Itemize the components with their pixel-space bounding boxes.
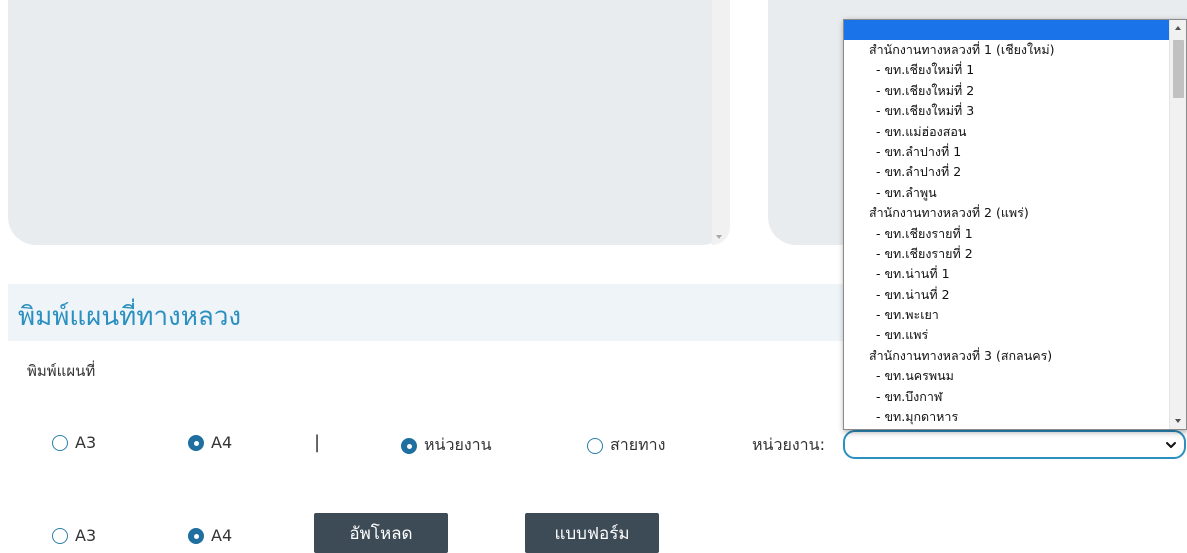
dropdown-option[interactable]: - ขท.เชียงใหม่ที่ 2 [844, 81, 1186, 101]
radio-label: สายทาง [610, 435, 666, 454]
page-title: พิมพ์แผนที่ทางหลวง [18, 302, 242, 332]
dropdown-option[interactable]: - ขท.ลำพูน [844, 183, 1186, 203]
dropdown-option[interactable]: - ขท.น่านที่ 1 [844, 264, 1186, 284]
dropdown-option[interactable]: - ขท.แม่ฮ่องสอน [844, 122, 1186, 142]
dropdown-option-empty-selected[interactable] [844, 20, 1186, 40]
chevron-down-icon [1166, 442, 1176, 448]
dropdown-option[interactable]: - ขท.นครพนม [844, 366, 1186, 386]
radio-label: A3 [75, 526, 97, 545]
unit-select-label: หน่วยงาน: [752, 435, 825, 454]
dropdown-option[interactable]: - ขท.มุกดาหาร [844, 407, 1186, 427]
radio-checked-icon [401, 437, 417, 454]
unit-select[interactable] [843, 430, 1186, 459]
print-map-label: พิมพ์แผนที่ [27, 362, 96, 380]
dropdown-option[interactable]: - ขท.บึงกาฬ [844, 387, 1186, 407]
dropdown-scrollbar[interactable] [1169, 20, 1186, 429]
radio-unit[interactable]: หน่วยงาน [401, 433, 492, 458]
radio-label: A4 [211, 526, 233, 545]
dropdown-option[interactable]: - ขท.น่านที่ 2 [844, 285, 1186, 305]
dropdown-option[interactable]: - ขท.พะเยา [844, 305, 1186, 325]
upload-button[interactable]: อัพโหลด [314, 513, 448, 553]
radio-a3-row2[interactable]: A3 [52, 526, 96, 545]
radio-a3-row1[interactable]: A3 [52, 433, 96, 452]
textarea-scrollbar[interactable] [712, 0, 730, 245]
dropdown-options: สำนักงานทางหลวงที่ 1 (เชียงใหม่) - ขท.เชี… [844, 40, 1186, 427]
dropdown-option[interactable]: - ขท.ลำปางที่ 1 [844, 142, 1186, 162]
separator: | [314, 432, 321, 453]
radio-label: A4 [211, 433, 233, 452]
scroll-down-arrow-icon[interactable] [1175, 419, 1181, 423]
dropdown-group-option[interactable]: สำนักงานทางหลวงที่ 1 (เชียงใหม่) [844, 40, 1186, 60]
scroll-up-arrow-icon[interactable] [1175, 26, 1181, 30]
dropdown-option[interactable]: - ขท.เชียงใหม่ที่ 3 [844, 101, 1186, 121]
dropdown-group-option[interactable]: สำนักงานทางหลวงที่ 2 (แพร่) [844, 203, 1186, 223]
dropdown-option[interactable]: - ขท.เชียงรายที่ 1 [844, 224, 1186, 244]
page: พิมพ์แผนที่ทางหลวง พิมพ์แผนที่ A3 A4 | ห… [0, 0, 1187, 553]
radio-checked-icon [188, 527, 204, 544]
dropdown-option[interactable]: - ขท.ลำปางที่ 2 [844, 162, 1186, 182]
radio-circle-icon [52, 527, 68, 544]
dropdown-option[interactable]: - ขท.แพร่ [844, 325, 1186, 345]
radio-a4-row1[interactable]: A4 [188, 433, 232, 452]
radio-circle-icon [587, 437, 603, 454]
map-preview-textarea[interactable] [8, 0, 730, 245]
radio-a4-row2[interactable]: A4 [188, 526, 232, 545]
radio-label: A3 [75, 433, 97, 452]
radio-circle-icon [52, 434, 68, 451]
unit-select-dropdown[interactable]: สำนักงานทางหลวงที่ 1 (เชียงใหม่) - ขท.เชี… [843, 19, 1187, 430]
resize-handle[interactable] [716, 235, 722, 239]
dropdown-option[interactable]: - ขท.เชียงใหม่ที่ 1 [844, 60, 1186, 80]
radio-route[interactable]: สายทาง [587, 433, 665, 458]
form-button[interactable]: แบบฟอร์ม [525, 513, 659, 553]
dropdown-group-option[interactable]: สำนักงานทางหลวงที่ 3 (สกลนคร) [844, 346, 1186, 366]
scroll-thumb[interactable] [1173, 40, 1184, 98]
radio-checked-icon [188, 434, 204, 451]
radio-label: หน่วยงาน [424, 435, 492, 454]
dropdown-option[interactable]: - ขท.เชียงรายที่ 2 [844, 244, 1186, 264]
